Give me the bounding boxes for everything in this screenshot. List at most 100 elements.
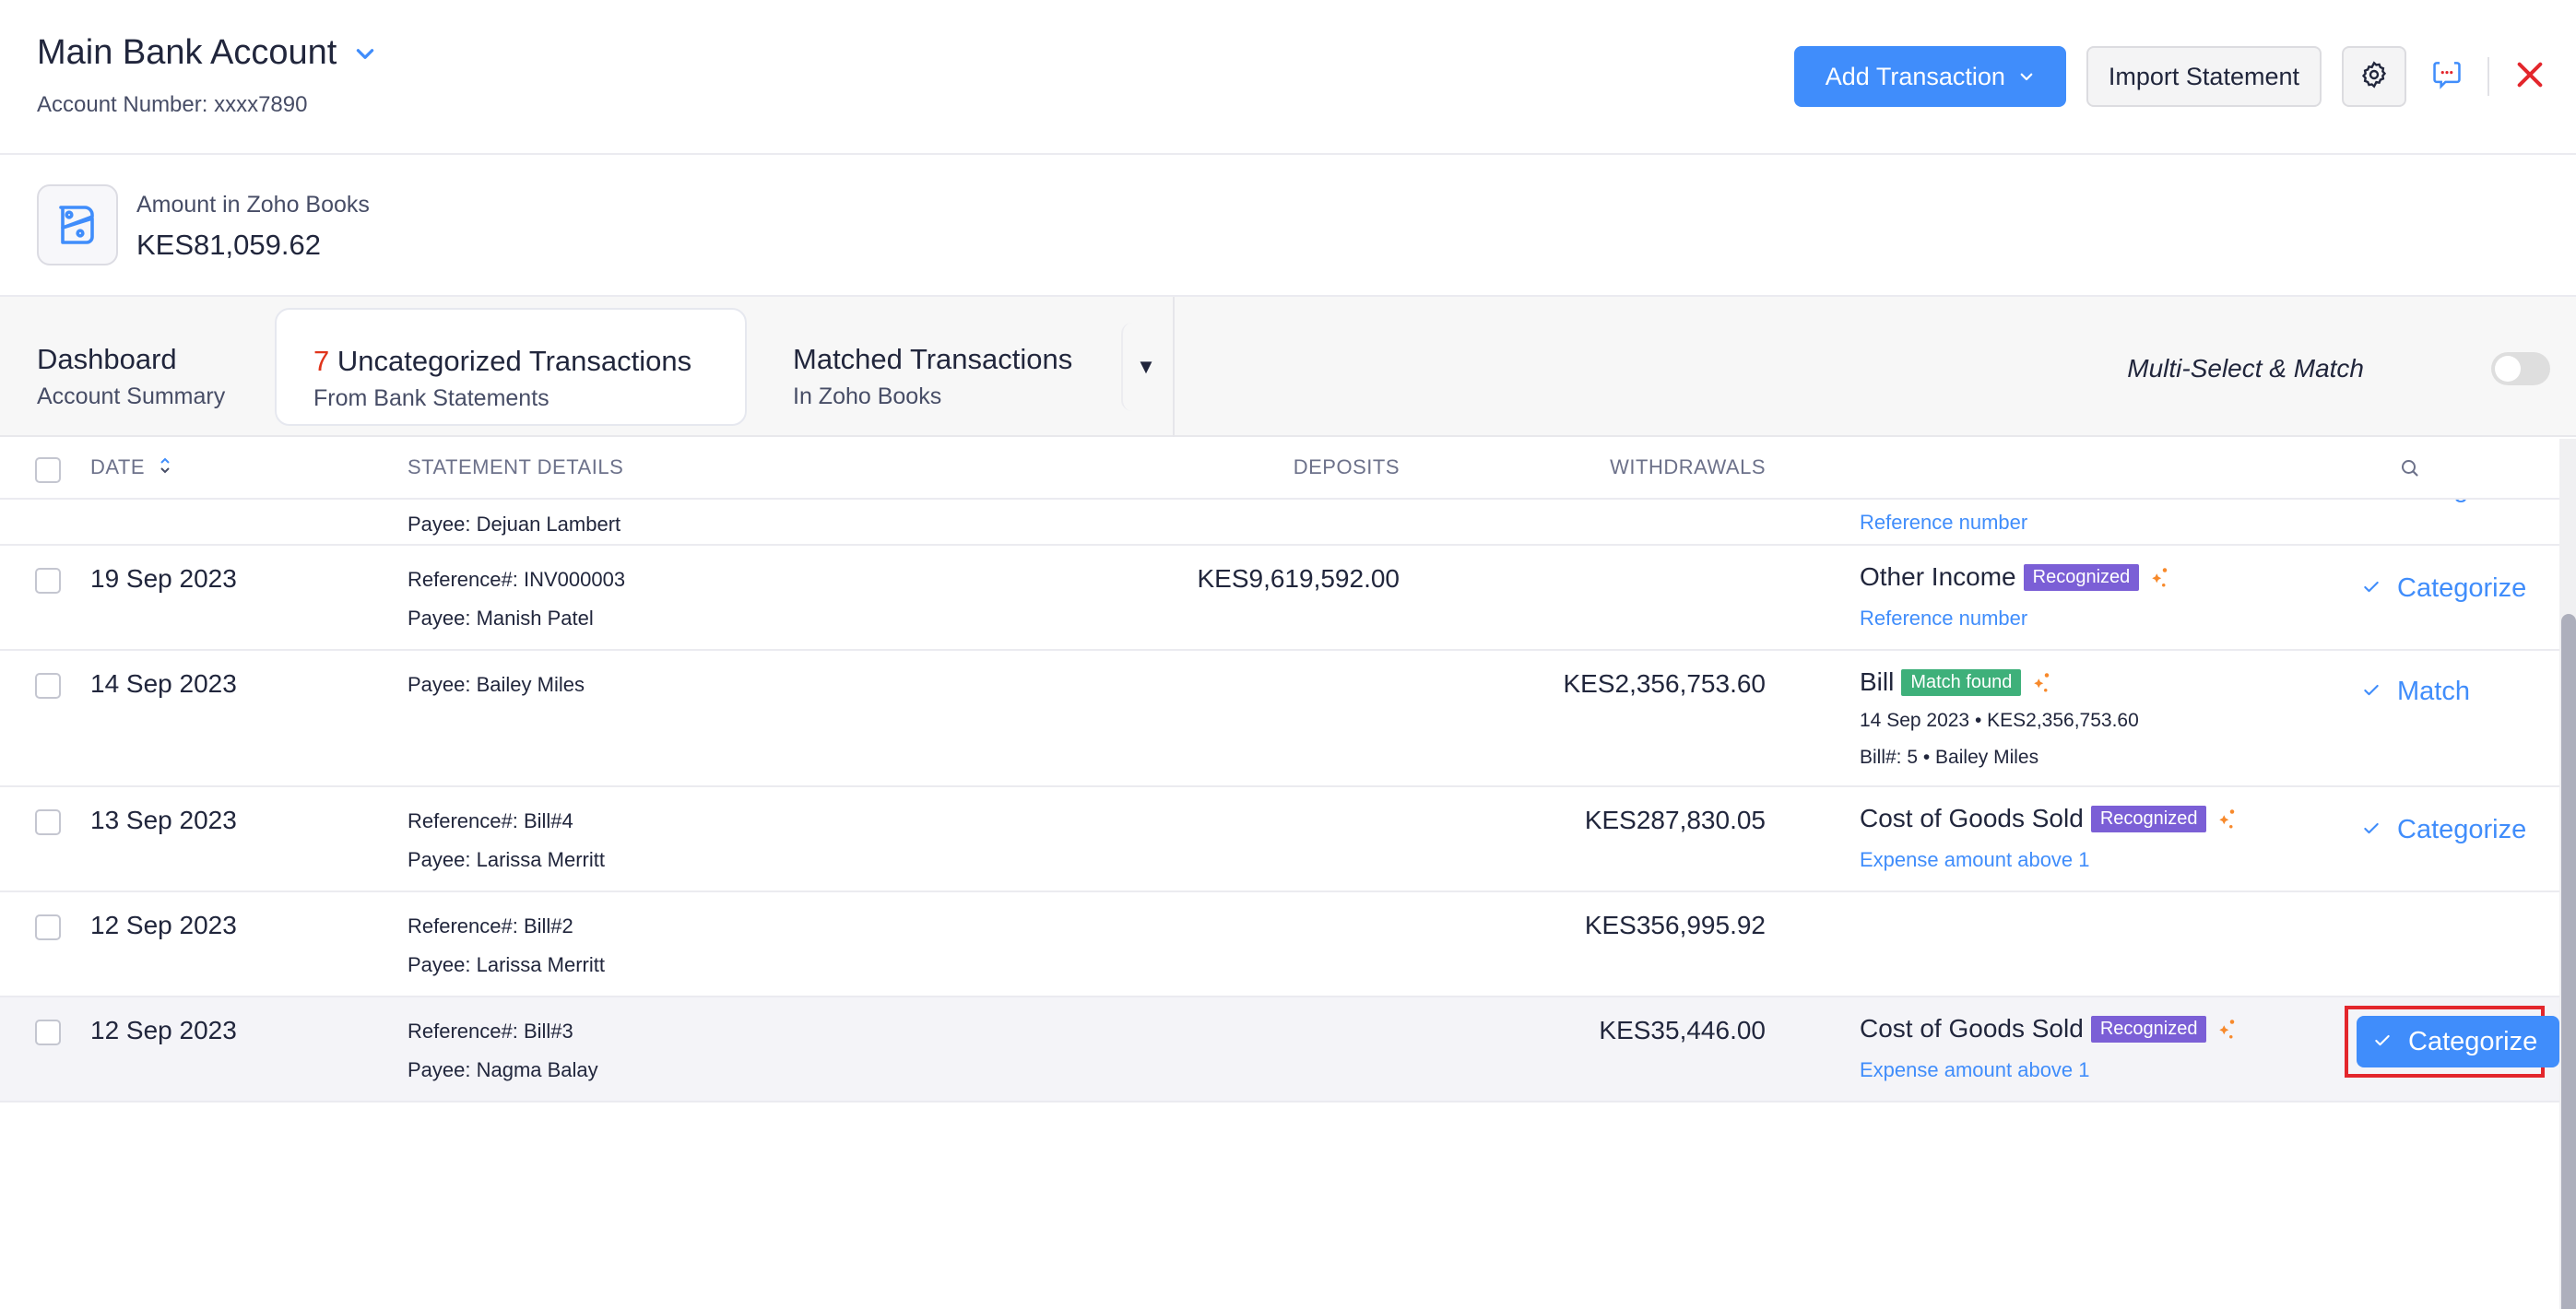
chevron-down-icon <box>2018 63 2035 91</box>
scrollbar-thumb[interactable] <box>2561 614 2576 1309</box>
account-number: Account Number: xxxx7890 <box>37 92 308 117</box>
check-icon <box>2362 573 2381 604</box>
category-name: Cost of Goods Sold <box>1860 1014 2084 1043</box>
payee: Payee: Larissa Merritt <box>408 848 605 871</box>
check-icon <box>2373 1027 2392 1057</box>
row-checkbox[interactable] <box>35 809 61 835</box>
vertical-scrollbar[interactable] <box>2559 439 2576 1309</box>
category-name: Cost of Goods Sold <box>1860 804 2084 832</box>
recognized-badge: Recognized <box>2090 805 2207 832</box>
reference: Reference#: INV000003 <box>408 568 626 591</box>
check-icon <box>2362 677 2381 707</box>
more-tabs-dropdown[interactable]: ▼ <box>1121 323 1169 411</box>
category: Bill Match found <box>1860 667 2056 697</box>
withdrawal-amount: KES35,446.00 <box>1599 1016 1766 1044</box>
table-row[interactable]: 19 Sep 2023 Reference#: INV000003 Payee:… <box>0 546 2559 651</box>
payee: Payee: Dejuan Lambert <box>408 513 621 536</box>
tab-subtitle: Account Summary <box>37 383 226 409</box>
category-name: Bill <box>1860 667 1895 696</box>
match-button[interactable]: Match <box>2362 677 2470 707</box>
row-checkbox[interactable] <box>35 568 61 594</box>
reference: Reference#: Bill#4 <box>408 809 573 832</box>
import-statement-button[interactable]: Import Statement <box>2086 46 2322 107</box>
column-statement-details: STATEMENT DETAILS <box>408 455 624 478</box>
payee: Payee: Bailey Miles <box>408 673 585 696</box>
column-withdrawals: WITHDRAWALS <box>1610 455 1766 478</box>
tab-uncategorized-transactions[interactable]: 7 Uncategorized Transactions From Bank S… <box>275 308 747 426</box>
categorize-button[interactable]: Categorize <box>2357 1016 2559 1067</box>
column-deposits: DEPOSITS <box>1293 455 1400 478</box>
close-button[interactable] <box>2510 56 2550 97</box>
settings-button[interactable] <box>2342 46 2406 107</box>
action-label: Categorize <box>2397 815 2527 844</box>
action-label: Categorize <box>2397 573 2527 603</box>
table-search-button[interactable] <box>2399 457 2421 484</box>
feedback-button[interactable] <box>2427 56 2467 97</box>
deposit-amount: KES9,619,592.00 <box>1197 564 1400 593</box>
row-checkbox[interactable] <box>35 914 61 940</box>
withdrawal-amount: KES2,356,753.60 <box>1563 669 1766 698</box>
tab-dashboard[interactable]: Dashboard Account Summary <box>0 308 273 426</box>
reference: Reference#: Bill#3 <box>408 1020 573 1043</box>
header-actions: Add Transaction Import Statement <box>1793 46 2550 107</box>
category: Cost of Goods Sold Recognized <box>1860 804 2241 833</box>
recognized-badge: Recognized <box>2023 563 2140 591</box>
page-header: Main Bank Account Account Number: xxxx78… <box>0 0 2576 155</box>
transactions-table: Payee: Dejuan Lambert Reference number C… <box>0 439 2559 1309</box>
rule-link[interactable]: Reference number <box>1860 607 2027 631</box>
date: 12 Sep 2023 <box>90 1016 237 1044</box>
tab-title: 7 Uncategorized Transactions <box>313 345 691 378</box>
categorize-button[interactable]: Categorize <box>2362 815 2526 845</box>
uncategorized-count: 7 <box>313 345 330 377</box>
tab-bar: Dashboard Account Summary 7 Uncategorize… <box>0 297 2576 437</box>
payee: Payee: Manish Patel <box>408 607 594 630</box>
check-icon <box>2362 815 2381 845</box>
rule-link[interactable]: Expense amount above 1 <box>1860 848 2090 872</box>
amount-value: KES81,059.62 <box>136 229 321 261</box>
chat-bubble-icon <box>2429 57 2464 97</box>
chevron-down-icon <box>353 41 377 65</box>
payee: Payee: Nagma Balay <box>408 1058 598 1081</box>
action-label: Match <box>2397 677 2470 706</box>
select-all-checkbox[interactable] <box>35 457 61 483</box>
category: Other Income Recognized <box>1860 562 2174 592</box>
table-row[interactable]: 14 Sep 2023 Payee: Bailey Miles KES2,356… <box>0 651 2559 787</box>
account-title: Main Bank Account <box>37 33 337 72</box>
date: 13 Sep 2023 <box>90 806 237 834</box>
table-row[interactable]: 12 Sep 2023 Reference#: Bill#3 Payee: Na… <box>0 997 2559 1103</box>
multi-select-toggle[interactable] <box>2491 352 2550 385</box>
categorize-button[interactable]: Categorize <box>2362 573 2526 604</box>
zoho-books-logo-icon <box>37 184 118 265</box>
withdrawal-amount: KES356,995.92 <box>1584 911 1766 939</box>
recognized-badge: Recognized <box>2090 1015 2207 1043</box>
sparkle-icon <box>2028 668 2056 696</box>
rule-link[interactable]: Expense amount above 1 <box>1860 1058 2090 1082</box>
row-checkbox[interactable] <box>35 673 61 699</box>
caret-down-icon: ▼ <box>1136 355 1156 378</box>
category: Cost of Goods Sold Recognized <box>1860 1014 2241 1044</box>
tab-title-text: Uncategorized Transactions <box>337 345 692 377</box>
tab-title: Matched Transactions <box>793 343 1073 375</box>
table-header: DATE STATEMENT DETAILS DEPOSITS WITHDRAW… <box>0 439 2559 500</box>
sparkle-icon <box>2214 805 2241 832</box>
date: 19 Sep 2023 <box>90 564 237 593</box>
divider <box>1173 297 1175 437</box>
category-name: Other Income <box>1860 562 2016 591</box>
table-row[interactable]: 12 Sep 2023 Reference#: Bill#2 Payee: La… <box>0 892 2559 997</box>
tab-matched-transactions[interactable]: Matched Transactions In Zoho Books <box>756 308 1125 426</box>
row-checkbox[interactable] <box>35 1020 61 1045</box>
rule-link[interactable]: Reference number <box>1860 511 2027 535</box>
sort-icon <box>159 455 171 481</box>
column-date[interactable]: DATE <box>90 455 171 481</box>
account-selector[interactable]: Main Bank Account <box>37 33 377 73</box>
date: 12 Sep 2023 <box>90 911 237 939</box>
action-label: Categorize <box>2408 1026 2538 1056</box>
tab-subtitle: From Bank Statements <box>313 385 549 411</box>
gear-icon <box>2359 60 2389 94</box>
add-transaction-label: Add Transaction <box>1825 62 2005 90</box>
column-label: DATE <box>90 455 146 478</box>
add-transaction-button[interactable]: Add Transaction <box>1793 46 2066 107</box>
table-row[interactable]: 13 Sep 2023 Reference#: Bill#4 Payee: La… <box>0 787 2559 892</box>
date: 14 Sep 2023 <box>90 669 237 698</box>
amount-summary: Amount in Zoho Books KES81,059.62 <box>0 157 2576 297</box>
